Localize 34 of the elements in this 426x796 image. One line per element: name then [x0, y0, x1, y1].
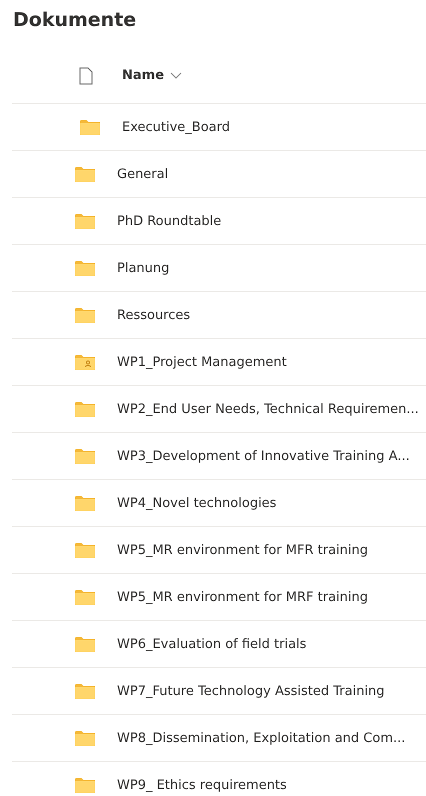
folder-icon: [75, 730, 95, 746]
folder-icon: [75, 166, 95, 182]
shared-folder-icon: [75, 354, 95, 370]
folder-icon: [75, 402, 95, 416]
folder-name[interactable]: WP5_MR environment for MFR training: [117, 542, 368, 558]
folder-icon: [75, 636, 95, 652]
folder-icon: [75, 778, 95, 792]
folder-name[interactable]: WP1_Project Management: [117, 354, 287, 370]
folder-name[interactable]: WP3_Development of Innovative Training A...: [117, 448, 410, 464]
chevron-down-icon: [170, 72, 182, 80]
page-title: Dokumente: [12, 8, 138, 33]
folder-name[interactable]: WP2_End User Needs, Technical Requiremen...: [117, 402, 419, 416]
file-type-icon[interactable]: [79, 66, 93, 84]
folder-name[interactable]: WP8_Dissemination, Exploitation and Com...: [117, 730, 406, 746]
folder-name[interactable]: Ressources: [117, 308, 190, 322]
folder-name[interactable]: Planung: [117, 260, 170, 276]
folder-name[interactable]: General: [117, 166, 168, 182]
folder-name[interactable]: Executive_Board: [122, 120, 230, 134]
folder-name[interactable]: WP7_Future Technology Assisted Training: [117, 684, 385, 698]
folder-name[interactable]: WP5_MR environment for MRF training: [117, 590, 368, 604]
folder-icon: [75, 448, 95, 464]
folder-icon: [80, 120, 100, 134]
folder-icon: [75, 542, 95, 558]
folder-icon: [75, 308, 95, 322]
folder-icon: [75, 590, 95, 604]
folder-icon: [75, 260, 95, 276]
folder-name[interactable]: WP9_ Ethics requirements: [117, 778, 287, 792]
folder-name[interactable]: PhD Roundtable: [117, 214, 222, 228]
folder-icon: [75, 214, 95, 228]
name-column-header[interactable]: Name: [122, 68, 182, 83]
folder-icon: [75, 684, 95, 698]
folder-name[interactable]: WP4_Novel technologies: [117, 496, 276, 510]
folder-name[interactable]: WP6_Evaluation of field trials: [117, 636, 306, 652]
folder-icon: [75, 496, 95, 510]
